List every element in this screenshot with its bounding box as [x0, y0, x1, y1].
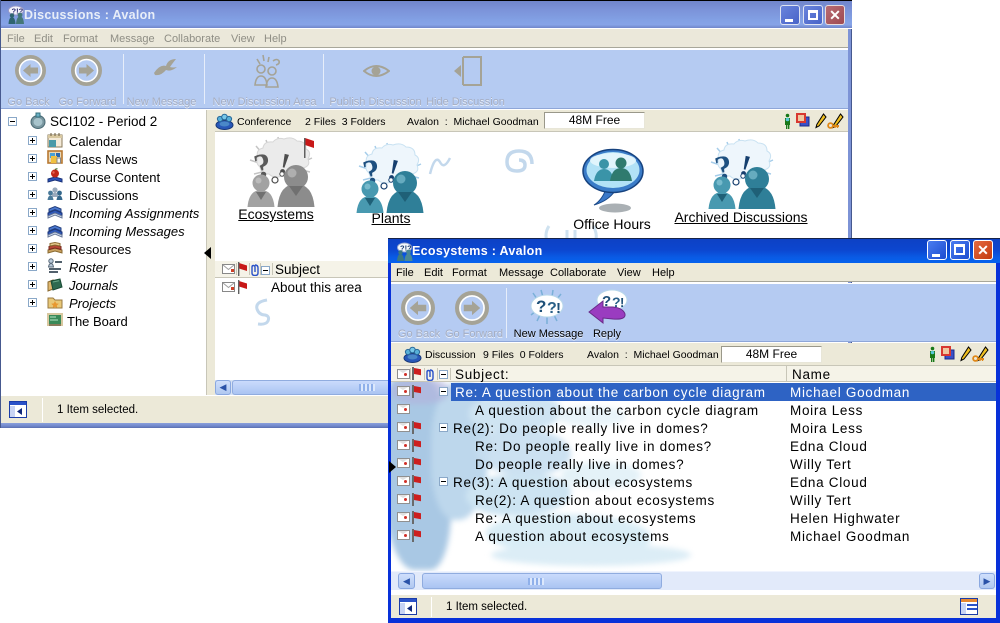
svg-text:!: !	[620, 295, 624, 310]
svg-text:!: !	[556, 300, 561, 317]
svg-text:?: ?	[536, 297, 546, 316]
